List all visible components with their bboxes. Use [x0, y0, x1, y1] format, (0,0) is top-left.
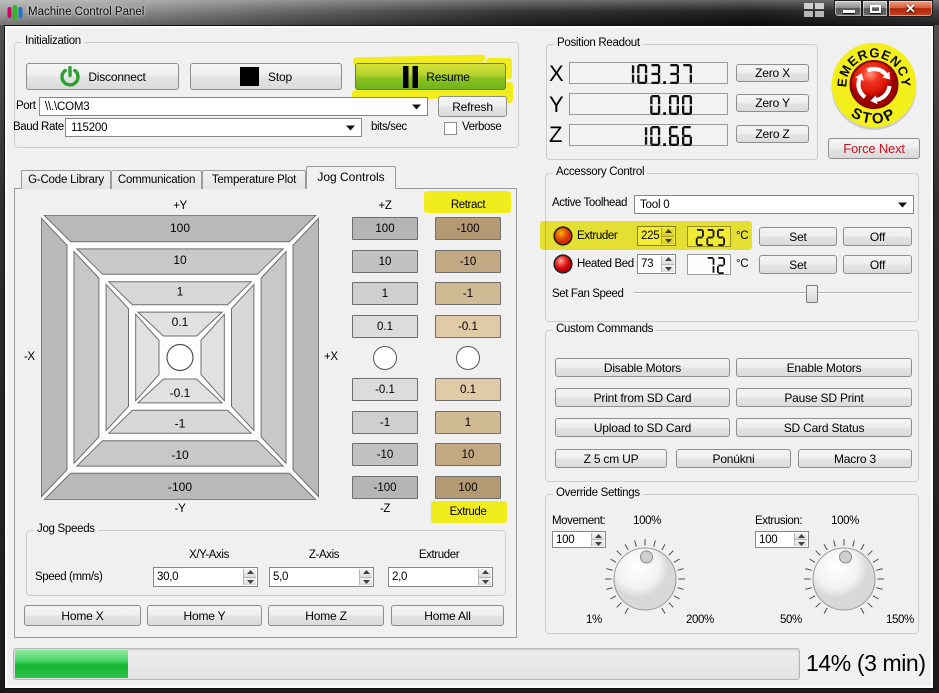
svg-text:0.1: 0.1	[172, 315, 189, 329]
svg-text:-10: -10	[171, 448, 189, 462]
svg-text:-100: -100	[168, 480, 192, 494]
svg-text:-1: -1	[175, 416, 186, 430]
svg-text:-0.1: -0.1	[170, 386, 191, 400]
svg-text:100: 100	[170, 221, 190, 235]
svg-text:1: 1	[177, 285, 184, 299]
svg-text:10: 10	[173, 253, 187, 267]
